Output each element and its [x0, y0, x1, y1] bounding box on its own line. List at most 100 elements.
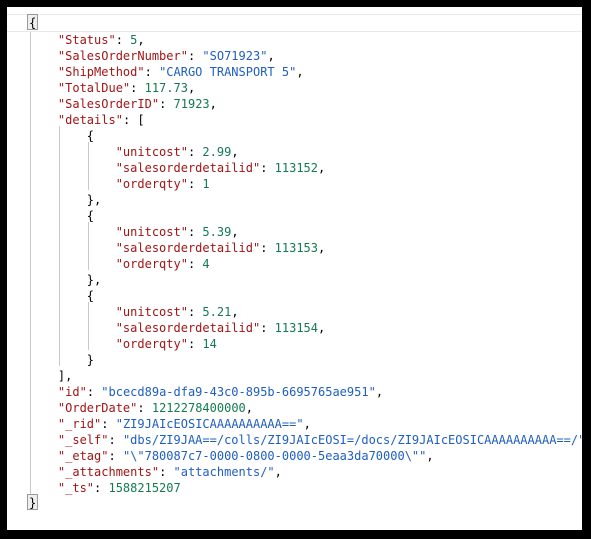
code-line[interactable]: "SalesOrderNumber": "SO71923", — [7, 48, 582, 64]
token-punct: : — [101, 417, 116, 431]
token-str: "dbs/ZI9JAA==/colls/ZI9JAIcEOSI=/docs/ZI… — [122, 433, 582, 447]
code-line[interactable]: { — [7, 288, 582, 304]
code-line[interactable]: "_etag": "\"780087c7-0000-0800-0000-5eaa… — [7, 448, 582, 464]
code-line[interactable]: "unitcost": 5.39, — [7, 224, 582, 240]
token-punct: : — [260, 241, 275, 255]
token-punct: , — [318, 241, 326, 255]
token-key: "details" — [57, 113, 123, 127]
token-punct: , — [187, 81, 196, 95]
code-line[interactable]: "orderqty": 1 — [7, 176, 582, 192]
json-code-area[interactable]: { "Status": 5, "SalesOrderNumber": "SO71… — [7, 7, 582, 530]
token-punct: , — [375, 385, 384, 399]
code-line[interactable]: "orderqty": 4 — [7, 256, 582, 272]
code-line[interactable]: "_ts": 1588215207 — [7, 480, 582, 496]
token-punct: : — [187, 145, 203, 159]
code-line[interactable]: "salesorderdetailid": 113154, — [7, 320, 582, 336]
code-line[interactable]: } — [7, 352, 582, 368]
token-num: 5.21 — [202, 305, 232, 319]
token-brace: } — [86, 353, 95, 367]
code-line[interactable]: { — [7, 128, 582, 144]
token-key: "_attachments" — [57, 465, 160, 479]
token-punct: : — [260, 321, 275, 335]
token-punct: , — [231, 305, 239, 319]
token-brace: { — [86, 289, 95, 303]
token-key: "unitcost" — [115, 145, 188, 159]
code-line[interactable]: ], — [7, 368, 582, 384]
token-brace: [ — [137, 113, 145, 127]
token-punct: , — [426, 449, 434, 463]
token-punct: : — [115, 33, 131, 47]
token-punct: , — [303, 417, 311, 431]
token-punct: , — [137, 33, 145, 47]
code-line[interactable]: "details": [ — [7, 112, 582, 128]
token-punct: , — [94, 193, 102, 207]
token-punct: : — [187, 257, 203, 271]
token-punct: : — [130, 81, 145, 95]
token-punct: , — [231, 225, 239, 239]
code-line[interactable]: "_attachments": "attachments/", — [7, 464, 582, 480]
token-key: "unitcost" — [115, 225, 188, 239]
token-num: 1212278400000 — [151, 401, 246, 415]
token-num: 4 — [202, 257, 210, 271]
code-line[interactable]: }, — [7, 272, 582, 288]
token-key: "SalesOrderNumber" — [57, 49, 188, 63]
token-punct: , — [267, 49, 275, 63]
token-punct: : — [86, 385, 102, 399]
code-line[interactable]: "salesorderdetailid": 113152, — [7, 160, 582, 176]
code-line[interactable]: "orderqty": 14 — [7, 336, 582, 352]
token-brace: { — [86, 209, 95, 223]
code-line[interactable]: "unitcost": 5.21, — [7, 304, 582, 320]
code-line[interactable]: "ShipMethod": "CARGO TRANSPORT 5", — [7, 64, 582, 80]
token-str: "bcecd89a-dfa9-43c0-895b-6695765ae951" — [101, 385, 376, 399]
token-num: 117.73 — [144, 81, 188, 95]
token-punct: , — [231, 145, 239, 159]
code-line[interactable]: "_self": "dbs/ZI9JAA==/colls/ZI9JAIcEOSI… — [7, 432, 582, 448]
token-punct: : — [137, 401, 152, 415]
token-key: "_ts" — [57, 481, 95, 495]
code-line[interactable]: { — [7, 208, 582, 224]
token-punct: : — [94, 481, 109, 495]
token-key: "ShipMethod" — [57, 65, 145, 79]
token-key: "salesorderdetailid" — [115, 161, 261, 175]
token-punct: : — [122, 113, 138, 127]
token-punct: , — [94, 273, 102, 287]
token-punct: : — [187, 225, 203, 239]
code-line[interactable]: "unitcost": 2.99, — [7, 144, 582, 160]
code-line[interactable]: "id": "bcecd89a-dfa9-43c0-895b-6695765ae… — [7, 384, 582, 400]
code-line[interactable]: } — [7, 496, 582, 512]
token-punct: : — [159, 465, 174, 479]
token-key: "TotalDue" — [57, 81, 131, 95]
editor-surface[interactable]: { "Status": 5, "SalesOrderNumber": "SO71… — [7, 7, 582, 530]
code-line[interactable]: "TotalDue": 117.73, — [7, 80, 582, 96]
token-key: "unitcost" — [115, 305, 188, 319]
code-line[interactable]: "salesorderdetailid": 113153, — [7, 240, 582, 256]
token-punct: , — [318, 161, 326, 175]
brace-glyph: } — [29, 496, 37, 510]
code-line[interactable]: { — [7, 14, 582, 32]
code-line[interactable]: "OrderDate": 1212278400000, — [7, 400, 582, 416]
code-line[interactable]: }, — [7, 192, 582, 208]
code-line[interactable]: "SalesOrderID": 71923, — [7, 96, 582, 112]
token-num: 2.99 — [202, 145, 232, 159]
token-key: "SalesOrderID" — [57, 97, 160, 111]
token-key: "orderqty" — [115, 177, 188, 191]
token-num: 1588215207 — [108, 481, 181, 495]
code-line[interactable]: "_rid": "ZI9JAIcEOSICAAAAAAAAAA==", — [7, 416, 582, 432]
close-brace-highlight: } — [27, 494, 38, 510]
code-line[interactable]: "Status": 5, — [7, 32, 582, 48]
